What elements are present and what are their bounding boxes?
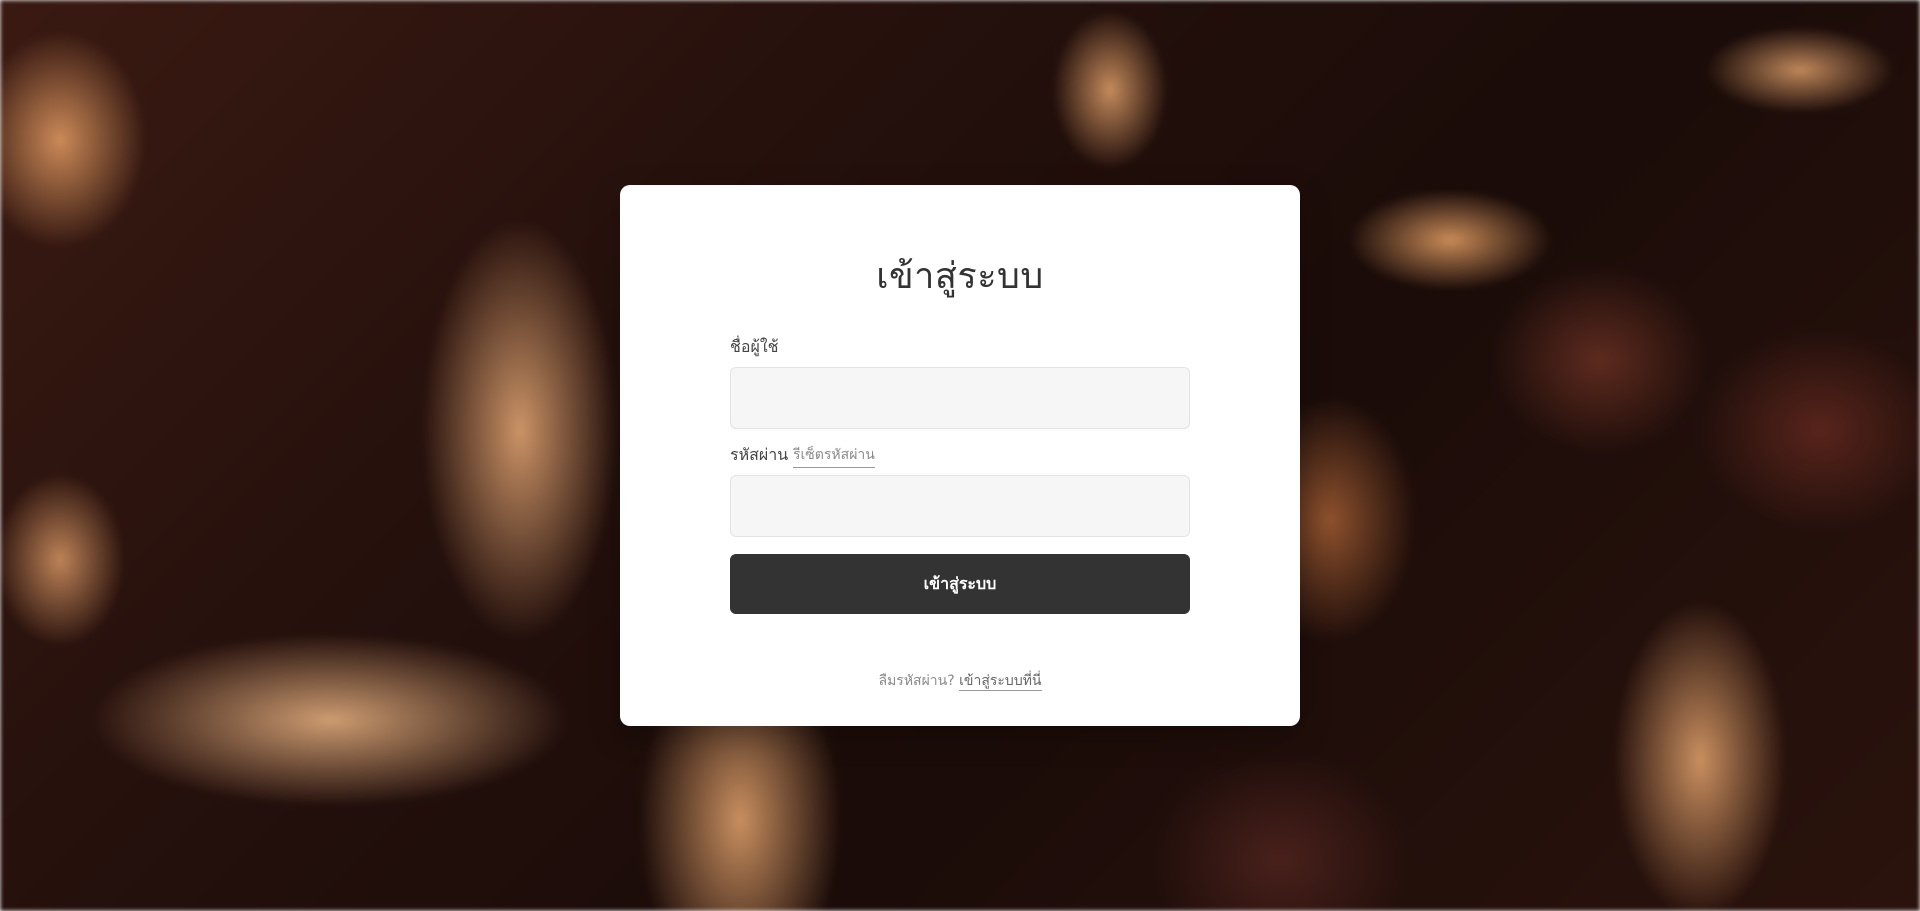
login-card: เข้าสู่ระบบ ชื่อผู้ใช้ รหัสผ่าน รีเซ็ตรห… — [620, 185, 1300, 726]
reset-password-link[interactable]: รีเซ็ตรหัสผ่าน — [793, 444, 875, 468]
username-label: ชื่อผู้ใช้ — [730, 337, 779, 356]
login-here-link[interactable]: เข้าสู่ระบบที่นี่ — [959, 673, 1042, 691]
login-button[interactable]: เข้าสู่ระบบ — [730, 554, 1190, 614]
password-input[interactable] — [730, 475, 1190, 537]
page-title: เข้าสู่ระบบ — [876, 256, 1044, 297]
footer: ลืมรหัสผ่าน? เข้าสู่ระบบที่นี่ — [620, 670, 1300, 692]
forgot-password-text: ลืมรหัสผ่าน? — [878, 673, 955, 689]
password-label: รหัสผ่าน — [730, 445, 789, 464]
username-input[interactable] — [730, 367, 1190, 429]
